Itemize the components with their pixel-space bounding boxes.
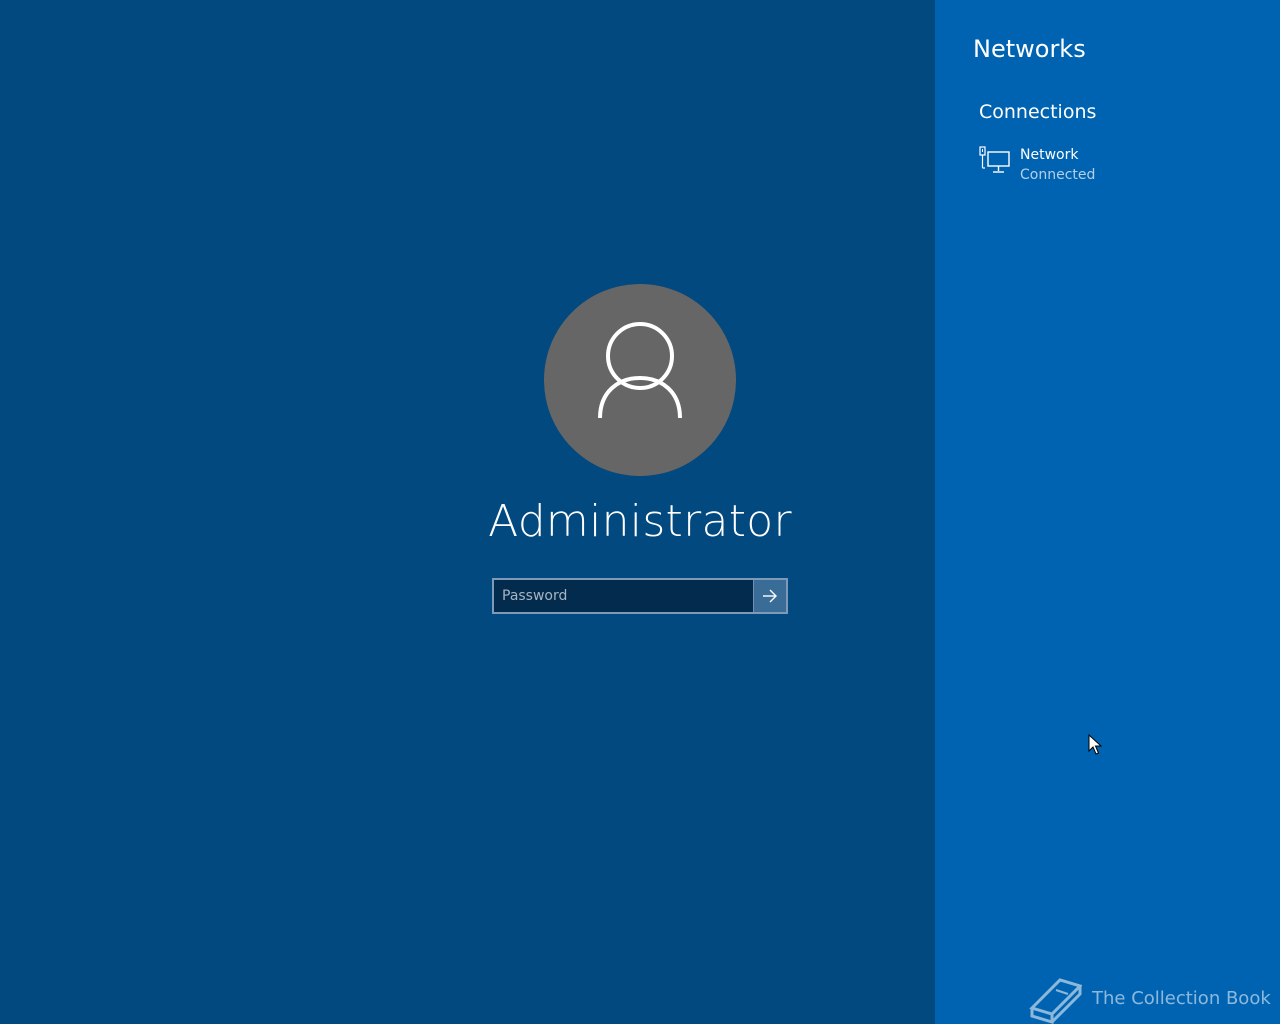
submit-button[interactable] bbox=[753, 580, 786, 612]
password-box bbox=[492, 578, 788, 614]
panel-title: Networks bbox=[973, 35, 1086, 63]
network-name: Network bbox=[1020, 147, 1079, 163]
username-label: Administrator bbox=[488, 496, 792, 547]
watermark: The Collection Book bbox=[1028, 974, 1271, 1024]
user-silhouette-icon bbox=[598, 322, 682, 419]
password-input[interactable] bbox=[494, 580, 753, 612]
wired-network-icon bbox=[979, 146, 1010, 173]
user-avatar bbox=[544, 284, 736, 476]
network-status: Connected bbox=[1020, 167, 1096, 183]
login-area: Administrator bbox=[0, 0, 935, 1024]
arrow-right-icon bbox=[763, 589, 777, 603]
network-connection-item[interactable]: Network Connected bbox=[979, 144, 1239, 186]
connections-heading: Connections bbox=[979, 101, 1097, 123]
mouse-cursor-icon bbox=[1088, 734, 1102, 755]
lock-screen: Administrator Networks Connections Netwo… bbox=[0, 0, 1280, 1024]
book-icon bbox=[1029, 978, 1082, 1024]
networks-panel: Networks Connections Network Connected bbox=[935, 0, 1280, 1024]
watermark-text: The Collection Book bbox=[1092, 988, 1271, 1009]
